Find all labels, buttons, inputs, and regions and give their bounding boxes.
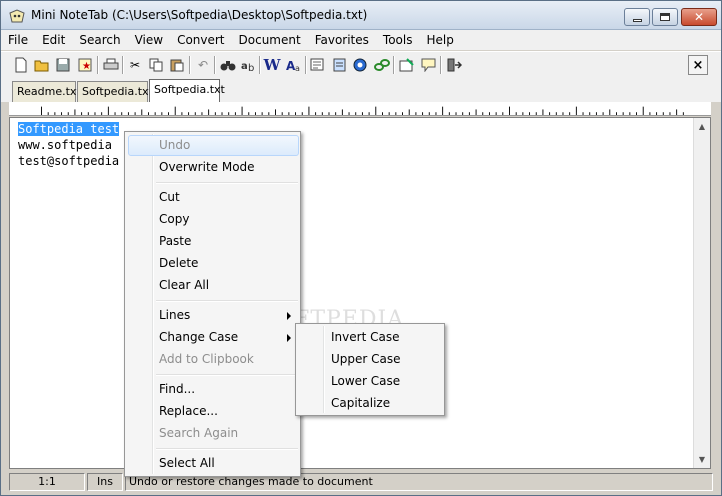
save-icon[interactable] [54, 56, 72, 74]
menu-bar: File Edit Search View Convert Document F… [1, 30, 721, 50]
link-icon[interactable] [373, 56, 391, 74]
cursor-position: 1:1 [9, 473, 85, 491]
favorites-icon[interactable]: ★ [76, 56, 94, 74]
text-line: Softpedia test [18, 121, 120, 137]
maximize-button[interactable] [652, 8, 678, 26]
menu-invert-case[interactable]: Invert Case [299, 326, 443, 348]
clipbook-icon[interactable] [331, 56, 349, 74]
menu-file[interactable]: File [1, 30, 35, 50]
text-line: www.softpedia [18, 138, 112, 152]
scroll-down-icon[interactable]: ▼ [694, 451, 710, 468]
change-case-submenu: Invert Case Upper Case Lower Case Capita… [295, 323, 445, 416]
title-bar: Mini NoteTab (C:\Users\Softpedia\Desktop… [1, 1, 721, 30]
menu-delete[interactable]: Delete [128, 253, 299, 274]
toolbar-separator [259, 56, 261, 74]
exit-icon[interactable] [445, 56, 463, 74]
undo-icon[interactable]: ↶ [194, 56, 212, 74]
tab-softpedia-1[interactable]: Softpedia.txt [77, 81, 153, 102]
toolbar-separator [122, 56, 124, 74]
close-button[interactable]: ✕ [681, 8, 717, 26]
open-folder-icon[interactable] [33, 56, 51, 74]
submenu-arrow-icon [287, 334, 291, 342]
menu-lines-label: Lines [159, 308, 191, 322]
minimize-icon [632, 18, 642, 22]
app-icon [9, 9, 25, 23]
svg-text:★: ★ [82, 61, 91, 72]
minimize-button[interactable] [624, 8, 650, 26]
svg-text:b: b [248, 63, 254, 72]
menu-separator [156, 300, 298, 302]
menu-capitalize[interactable]: Capitalize [299, 392, 443, 414]
window-title: Mini NoteTab (C:\Users\Softpedia\Desktop… [31, 8, 368, 22]
ruler [9, 102, 711, 116]
maximize-icon [660, 13, 670, 21]
menu-cut[interactable]: Cut [128, 187, 299, 208]
svg-text:a: a [295, 64, 300, 72]
menu-favorites[interactable]: Favorites [308, 30, 376, 50]
toolbar-separator [305, 56, 307, 74]
word-wrap-icon[interactable]: W [263, 56, 281, 74]
svg-text:a: a [241, 61, 248, 72]
menu-change-case-label: Change Case [159, 330, 239, 344]
menu-lower-case[interactable]: Lower Case [299, 370, 443, 392]
editor-text[interactable]: Softpedia test www.softpedia test@softpe… [18, 121, 120, 169]
new-document-icon[interactable] [12, 56, 30, 74]
menu-document[interactable]: Document [232, 30, 308, 50]
menu-separator [156, 374, 298, 376]
menu-clear-all[interactable]: Clear All [128, 275, 299, 296]
paste-icon[interactable] [168, 56, 186, 74]
menu-find[interactable]: Find... [128, 379, 299, 400]
tab-softpedia-2[interactable]: Softpedia.txt [149, 79, 225, 102]
document-properties-icon[interactable] [309, 56, 327, 74]
menu-separator [156, 448, 298, 450]
scroll-up-icon[interactable]: ▲ [694, 118, 710, 135]
menu-upper-case[interactable]: Upper Case [299, 348, 443, 370]
menu-replace[interactable]: Replace... [128, 401, 299, 422]
toolbar-separator [97, 56, 99, 74]
insert-mode: Ins [87, 473, 123, 491]
selected-text: Softpedia test [18, 122, 120, 136]
menu-edit[interactable]: Edit [35, 30, 72, 50]
tab-readme[interactable]: Readme.txt [12, 81, 81, 102]
close-document-button[interactable]: × [688, 55, 708, 75]
app-window: Mini NoteTab (C:\Users\Softpedia\Desktop… [0, 0, 722, 496]
toolbar-separator [214, 56, 216, 74]
document-tabs: Readme.txt Softpedia.txt Softpedia.txt [1, 78, 721, 102]
context-menu: Undo Overwrite Mode Cut Copy Paste Delet… [124, 131, 301, 477]
find-replace-icon[interactable]: ab [240, 56, 258, 74]
toolbar-separator [393, 56, 395, 74]
text-editor[interactable]: Softpedia test www.softpedia test@softpe… [9, 117, 711, 469]
font-icon[interactable]: Aa [285, 56, 303, 74]
options-icon[interactable] [398, 56, 416, 74]
find-icon[interactable] [219, 56, 237, 74]
menu-change-case[interactable]: Change Case [128, 327, 299, 348]
toolbar: ★ ✂ ↶ ab W Aa × [1, 51, 721, 78]
menu-copy[interactable]: Copy [128, 209, 299, 230]
menu-help[interactable]: Help [419, 30, 460, 50]
menu-overwrite-mode[interactable]: Overwrite Mode [128, 157, 299, 178]
toolbar-separator [440, 56, 442, 74]
toolbar-separator [189, 56, 191, 74]
menu-select-all[interactable]: Select All [128, 453, 299, 474]
vertical-scrollbar[interactable]: ▲ ▼ [693, 118, 710, 468]
menu-search[interactable]: Search [72, 30, 127, 50]
menu-tools[interactable]: Tools [376, 30, 420, 50]
text-line: test@softpedia [18, 154, 120, 168]
menu-paste[interactable]: Paste [128, 231, 299, 252]
status-bar: 1:1 Ins Undo or restore changes made to … [1, 470, 721, 495]
cut-icon[interactable]: ✂ [126, 56, 144, 74]
menu-convert[interactable]: Convert [170, 30, 231, 50]
web-browse-icon[interactable] [352, 56, 370, 74]
copy-icon[interactable] [147, 56, 165, 74]
submenu-arrow-icon [287, 312, 291, 320]
menu-view[interactable]: View [128, 30, 170, 50]
comment-icon[interactable] [420, 56, 438, 74]
print-icon[interactable] [102, 56, 120, 74]
menu-lines[interactable]: Lines [128, 305, 299, 326]
close-icon: ✕ [693, 10, 705, 24]
menu-add-to-clipbook[interactable]: Add to Clipbook [128, 349, 299, 370]
menu-search-again[interactable]: Search Again [128, 423, 299, 444]
menu-separator [156, 182, 298, 184]
menu-undo[interactable]: Undo [128, 135, 299, 156]
